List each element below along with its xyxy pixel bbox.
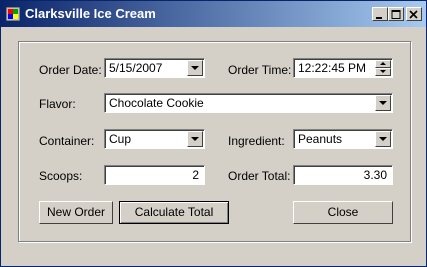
order-total-label: Order Total: — [228, 169, 291, 183]
container-label: Container: — [39, 134, 95, 148]
app-window: Clarksville Ice Cream Order Date: 5/15/2… — [0, 0, 427, 267]
flavor-combobox[interactable]: Chocolate Cookie — [104, 93, 393, 113]
flavor-value: Chocolate Cookie — [109, 96, 204, 110]
spin-up-icon[interactable] — [375, 60, 391, 68]
scoops-label: Scoops: — [39, 169, 83, 183]
spin-down-icon[interactable] — [375, 68, 391, 76]
flavor-label: Flavor: — [39, 97, 76, 111]
chevron-down-icon[interactable] — [375, 95, 391, 111]
new-order-button[interactable]: New Order — [39, 201, 113, 224]
app-icon — [6, 7, 20, 21]
window-title: Clarksville Ice Cream — [25, 6, 156, 21]
order-date-picker[interactable]: 5/15/2007 — [104, 58, 205, 78]
close-button[interactable]: Close — [293, 201, 393, 224]
container-value: Cup — [109, 132, 132, 146]
close-window-button[interactable] — [406, 7, 422, 21]
ingredient-combobox[interactable]: Peanuts — [293, 129, 393, 149]
maximize-button[interactable] — [388, 7, 404, 21]
order-time-label: Order Time: — [228, 63, 292, 77]
container-combobox[interactable]: Cup — [104, 129, 205, 149]
chevron-down-icon[interactable] — [187, 131, 203, 147]
order-time-picker[interactable]: 12:22:45 PM — [293, 58, 393, 78]
order-date-value: 5/15/2007 — [109, 61, 163, 75]
order-time-value: 12:22:45 PM — [298, 61, 367, 75]
calculate-total-button[interactable]: Calculate Total — [119, 201, 229, 224]
ingredient-label: Ingredient: — [228, 134, 285, 148]
chevron-down-icon[interactable] — [187, 60, 203, 76]
order-total-field[interactable]: 3.30 — [293, 165, 393, 185]
scoops-value: 2 — [192, 168, 199, 182]
maximize-icon — [391, 10, 401, 19]
chevron-down-icon[interactable] — [375, 131, 391, 147]
minimize-button[interactable] — [372, 7, 388, 21]
title-bar[interactable]: Clarksville Ice Cream — [1, 1, 426, 27]
order-total-value: 3.30 — [363, 168, 387, 182]
scoops-field[interactable]: 2 — [104, 165, 205, 185]
close-icon — [409, 10, 418, 19]
order-date-label: Order Date: — [39, 63, 102, 77]
ingredient-value: Peanuts — [298, 132, 343, 146]
minimize-icon — [376, 17, 382, 19]
